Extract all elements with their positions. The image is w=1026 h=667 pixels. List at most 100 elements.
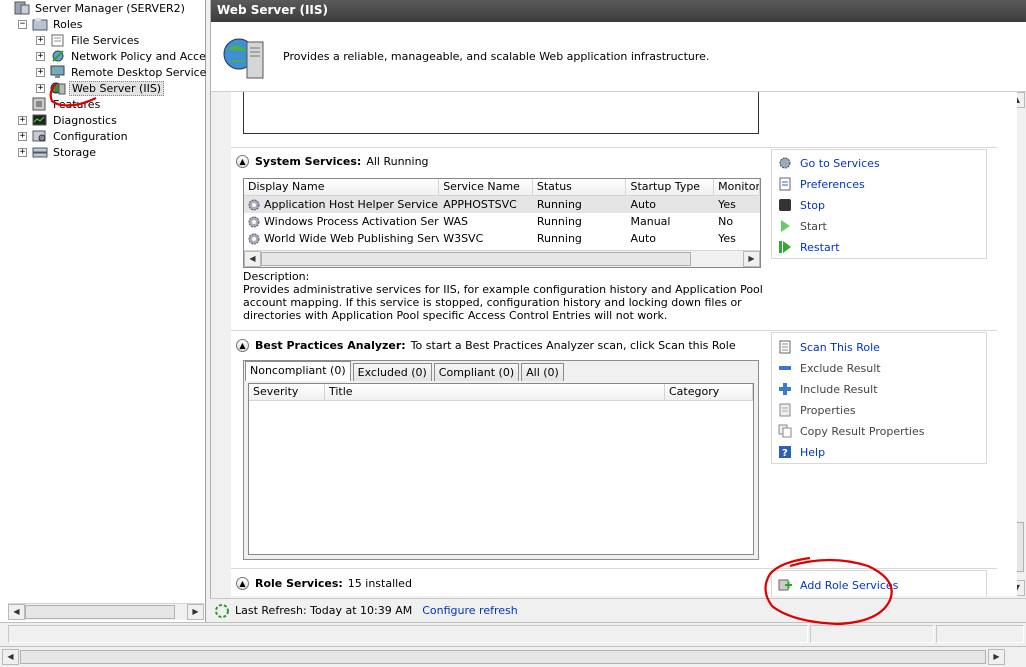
table-header: Severity Title Category xyxy=(249,384,753,401)
svg-text:?: ? xyxy=(782,448,788,459)
expand-icon[interactable]: + xyxy=(18,115,27,125)
services-hscrollbar[interactable]: ◀ ▶ xyxy=(244,250,760,267)
cell: Manual xyxy=(630,215,671,228)
scroll-left-icon[interactable]: ◀ xyxy=(2,649,19,665)
column-header[interactable]: Startup Type xyxy=(626,179,715,195)
bpa-tasks: Scan This Role Exclude Result Include Re… xyxy=(771,332,987,464)
tree-hscrollbar[interactable]: ◀ ▶ xyxy=(8,603,204,620)
tab-noncompliant[interactable]: Noncompliant (0) xyxy=(245,361,351,381)
tab-excluded[interactable]: Excluded (0) xyxy=(352,363,432,381)
task-link[interactable]: Add Role Services xyxy=(800,579,898,592)
go-to-services-task[interactable]: Go to Services xyxy=(778,155,880,171)
events-box xyxy=(243,92,759,134)
scroll-right-icon[interactable]: ▶ xyxy=(988,649,1005,665)
section-title: Role Services: xyxy=(255,577,343,590)
cell: Auto xyxy=(630,232,657,245)
copy-icon xyxy=(778,424,792,438)
tree-item-server-manager[interactable]: Server Manager (SERVER2) xyxy=(14,0,187,16)
column-header[interactable]: Title xyxy=(325,384,665,400)
task-link[interactable]: Go to Services xyxy=(800,157,880,170)
scroll-right-icon[interactable]: ▶ xyxy=(187,604,204,620)
bpa-results-table: Severity Title Category xyxy=(248,383,754,555)
expand-icon[interactable]: + xyxy=(36,51,45,61)
tab-compliant[interactable]: Compliant (0) xyxy=(433,363,520,381)
task-link[interactable]: Help xyxy=(800,446,825,459)
tree-label: Configuration xyxy=(53,129,128,143)
scroll-thumb[interactable] xyxy=(261,252,691,266)
tree-item-web-server[interactable]: + Web Server (IIS) xyxy=(36,80,165,96)
restart-task[interactable]: Restart xyxy=(778,239,840,255)
tree-label: Remote Desktop Services xyxy=(71,65,213,79)
collapse-icon[interactable]: ▲ xyxy=(236,577,249,590)
tree-item-storage[interactable]: + Storage xyxy=(18,144,98,160)
configuration-icon xyxy=(32,129,48,143)
gear-icon xyxy=(247,215,261,229)
start-task: Start xyxy=(778,218,827,234)
table-row[interactable]: Application Host Helper Service APPHOSTS… xyxy=(244,196,760,213)
section-summary: 15 installed xyxy=(347,577,412,590)
expand-icon[interactable]: + xyxy=(36,83,45,93)
collapse-icon[interactable]: ▲ xyxy=(236,155,249,168)
tree-label: Features xyxy=(53,97,101,111)
services-icon xyxy=(778,156,792,170)
details-pane: Web Server (IIS) Provides a reliable, ma… xyxy=(210,0,1026,622)
tree-item-diagnostics[interactable]: + Diagnostics xyxy=(18,112,119,128)
tree-item-configuration[interactable]: + Configuration xyxy=(18,128,130,144)
column-header[interactable]: Severity xyxy=(249,384,325,400)
tree-item-network-policy[interactable]: + Network Policy and Access xyxy=(36,48,219,64)
tree-label: Web Server (IIS) xyxy=(69,80,165,96)
configure-refresh-link[interactable]: Configure refresh xyxy=(422,604,517,617)
scroll-right-icon[interactable]: ▶ xyxy=(743,251,760,267)
remote-desktop-icon xyxy=(50,65,66,79)
scroll-left-icon[interactable]: ◀ xyxy=(8,604,25,620)
properties-icon xyxy=(778,403,792,417)
collapse-icon[interactable]: ▲ xyxy=(236,339,249,352)
collapse-icon[interactable]: − xyxy=(18,19,27,29)
expand-icon[interactable]: + xyxy=(36,67,45,77)
web-server-icon xyxy=(221,32,269,82)
section-title: System Services: xyxy=(255,155,362,168)
column-header[interactable]: Category xyxy=(665,384,753,400)
scroll-left-icon[interactable]: ◀ xyxy=(244,251,261,267)
tab-all[interactable]: All (0) xyxy=(521,363,564,381)
task-link[interactable]: Preferences xyxy=(800,178,865,191)
column-header[interactable]: Service Name xyxy=(439,179,533,195)
task-label: Start xyxy=(800,219,827,233)
help-task[interactable]: ? Help xyxy=(778,444,825,460)
cell: Running xyxy=(536,215,582,228)
task-link[interactable]: Restart xyxy=(800,241,840,254)
status-cell xyxy=(8,625,808,643)
bpa-header: ▲ Best Practices Analyzer: To start a Be… xyxy=(236,339,736,352)
task-link[interactable]: Scan This Role xyxy=(800,341,880,354)
preferences-task[interactable]: Preferences xyxy=(778,176,865,192)
scan-role-task[interactable]: Scan This Role xyxy=(778,339,880,355)
scroll-thumb[interactable] xyxy=(20,650,986,664)
expand-icon[interactable]: + xyxy=(18,147,27,157)
add-role-services-icon xyxy=(778,578,792,592)
expand-icon[interactable]: + xyxy=(36,35,45,45)
task-link[interactable]: Stop xyxy=(800,199,825,212)
add-role-services-task[interactable]: Add Role Services xyxy=(778,577,898,593)
window-hscrollbar[interactable]: ◀ ▶ xyxy=(0,646,1026,667)
cell: Auto xyxy=(630,198,657,211)
table-row[interactable]: Windows Process Activation Service WAS R… xyxy=(244,213,760,230)
column-header[interactable]: Status xyxy=(533,179,627,195)
scroll-thumb[interactable] xyxy=(25,605,175,619)
status-cell xyxy=(936,625,1024,643)
role-services-header: ▲ Role Services: 15 installed xyxy=(236,577,412,590)
column-header[interactable]: Monitor xyxy=(714,179,760,195)
refresh-icon[interactable] xyxy=(214,603,230,619)
tree-item-features[interactable]: Features xyxy=(32,96,102,112)
include-result-task: Include Result xyxy=(778,381,878,397)
stop-task[interactable]: Stop xyxy=(778,197,825,213)
table-row[interactable]: World Wide Web Publishing Service W3SVC … xyxy=(244,230,760,247)
tree-item-roles[interactable]: − Roles xyxy=(18,16,84,32)
tree-item-remote-desktop[interactable]: + Remote Desktop Services xyxy=(36,64,214,80)
gear-icon xyxy=(247,232,261,246)
role-description-band: Provides a reliable, manageable, and sca… xyxy=(211,22,1026,92)
expand-icon[interactable]: + xyxy=(18,131,27,141)
roles-icon xyxy=(32,17,48,31)
tree-label: Network Policy and Access xyxy=(71,49,218,63)
tree-item-file-services[interactable]: + File Services xyxy=(36,32,141,48)
column-header[interactable]: Display Name xyxy=(244,179,440,195)
